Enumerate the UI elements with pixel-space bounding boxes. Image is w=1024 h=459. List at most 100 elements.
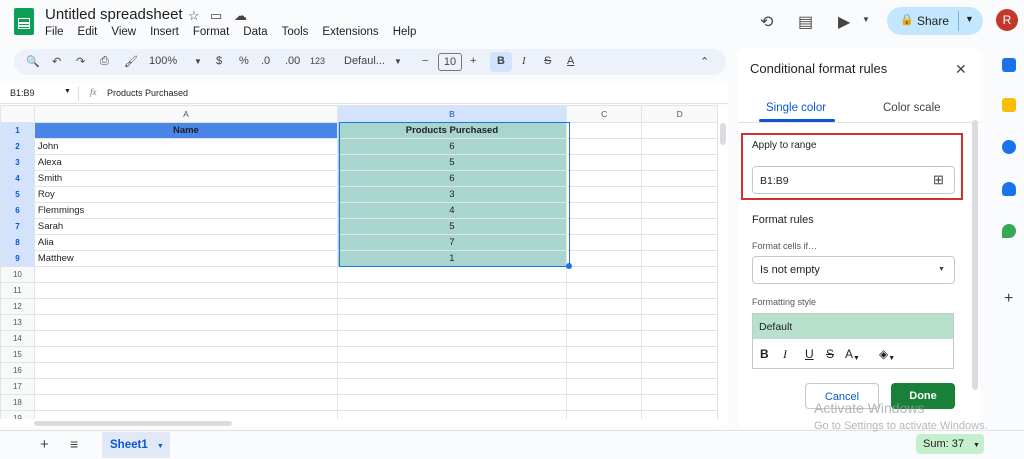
cell[interactable] <box>565 122 643 139</box>
cell[interactable] <box>33 378 338 395</box>
text-color-button[interactable]: A <box>567 55 574 67</box>
document-title[interactable]: Untitled spreadsheet <box>45 6 183 23</box>
cell[interactable] <box>33 266 338 283</box>
row-header[interactable]: 13 <box>0 314 35 331</box>
style-bold-button[interactable]: B <box>760 347 769 361</box>
row-header[interactable]: 5 <box>0 186 35 203</box>
row-header[interactable]: 3 <box>0 154 35 171</box>
strikethrough-button[interactable]: S <box>544 55 551 67</box>
cell[interactable] <box>641 298 718 315</box>
cell[interactable] <box>565 234 643 251</box>
row-header[interactable]: 8 <box>0 234 35 251</box>
cell[interactable] <box>641 234 718 251</box>
cell[interactable] <box>565 362 643 379</box>
cell-products[interactable]: 6 <box>336 170 567 187</box>
cell[interactable] <box>641 138 718 155</box>
style-underline-button[interactable]: U <box>805 347 814 361</box>
cell-products[interactable]: 5 <box>336 154 567 171</box>
cell[interactable] <box>33 394 338 411</box>
row-header[interactable]: 1 <box>0 122 35 139</box>
cell[interactable] <box>641 250 718 267</box>
cell[interactable] <box>336 314 567 331</box>
cell-name[interactable]: Sarah <box>33 218 338 235</box>
menu-tools[interactable]: Tools <box>282 26 309 38</box>
sheet-tab[interactable]: Sheet1 ▼ <box>102 432 170 458</box>
row-header[interactable]: 4 <box>0 170 35 187</box>
cell[interactable] <box>641 346 718 363</box>
add-sheet-icon[interactable]: + <box>40 436 49 453</box>
row-header[interactable]: 7 <box>0 218 35 235</box>
cell[interactable] <box>336 346 567 363</box>
move-folder-icon[interactable]: ▭ <box>210 8 222 24</box>
cell[interactable] <box>565 202 643 219</box>
range-input[interactable]: B1:B9 ⊞ <box>752 166 955 194</box>
cell[interactable] <box>565 298 643 315</box>
cell[interactable] <box>336 378 567 395</box>
cell[interactable] <box>641 282 718 299</box>
cell[interactable] <box>565 314 643 331</box>
cell[interactable] <box>641 170 718 187</box>
cell-products[interactable]: 5 <box>336 218 567 235</box>
menu-file[interactable]: File <box>45 26 64 38</box>
font-caret-icon[interactable]: ▼ <box>394 57 402 66</box>
row-header[interactable]: 12 <box>0 298 35 315</box>
avatar[interactable]: R <box>996 9 1018 31</box>
decrease-decimal-button[interactable]: .0 <box>261 55 270 67</box>
decrease-font-size-icon[interactable]: − <box>422 55 428 67</box>
cell[interactable] <box>565 218 643 235</box>
style-fill-color-icon[interactable]: ◈ ▼ <box>879 347 895 362</box>
increase-font-size-icon[interactable]: + <box>470 55 476 67</box>
cell[interactable] <box>336 282 567 299</box>
zoom-select[interactable]: 100% <box>149 55 177 67</box>
condition-select[interactable]: Is not empty ▼ <box>752 256 955 284</box>
collapse-toolbar-icon[interactable]: ⌃ <box>700 55 709 68</box>
menu-edit[interactable]: Edit <box>78 26 98 38</box>
cell-products[interactable]: 4 <box>336 202 567 219</box>
chevron-down-icon[interactable]: ▼ <box>938 266 945 273</box>
close-icon[interactable]: ✕ <box>955 61 967 78</box>
font-size-input[interactable]: 10 <box>438 53 462 71</box>
style-italic-button[interactable]: I <box>783 347 787 362</box>
increase-decimal-button[interactable]: .00 <box>285 55 300 67</box>
cell[interactable] <box>641 330 718 347</box>
tab-color-scale[interactable]: Color scale <box>883 102 941 114</box>
cell-products-header[interactable]: Products Purchased <box>336 122 567 139</box>
sheet-tab-caret-icon[interactable]: ▼ <box>157 443 164 450</box>
cell-products[interactable]: 1 <box>336 250 567 267</box>
cell[interactable] <box>565 394 643 411</box>
cell[interactable] <box>565 330 643 347</box>
currency-button[interactable]: $ <box>216 55 222 67</box>
cell[interactable] <box>641 202 718 219</box>
get-addons-icon[interactable]: + <box>1004 290 1013 308</box>
menu-data[interactable]: Data <box>243 26 267 38</box>
cell[interactable] <box>641 266 718 283</box>
cell-products[interactable]: 7 <box>336 234 567 251</box>
meet-icon[interactable]: ▶ <box>838 12 850 32</box>
cell[interactable] <box>33 314 338 331</box>
cell[interactable] <box>33 362 338 379</box>
cell[interactable] <box>641 362 718 379</box>
menu-insert[interactable]: Insert <box>150 26 179 38</box>
cell-name-header[interactable]: Name <box>33 122 338 139</box>
cell-name[interactable]: John <box>33 138 338 155</box>
version-history-icon[interactable]: ⟲ <box>760 12 773 32</box>
bold-button[interactable]: B <box>490 52 512 72</box>
cell[interactable] <box>336 266 567 283</box>
percent-button[interactable]: % <box>239 55 249 67</box>
sum-caret-icon[interactable]: ▼ <box>973 442 980 449</box>
paint-format-icon[interactable]: 🖌 <box>124 55 138 68</box>
cell-name[interactable]: Alexa <box>33 154 338 171</box>
star-icon[interactable]: ☆ <box>188 8 200 24</box>
menu-view[interactable]: View <box>111 26 136 38</box>
spreadsheet-grid[interactable]: A B C D 1 Name Products Purchased 2 John 6 3 Al… <box>0 105 718 425</box>
zoom-caret-icon[interactable]: ▼ <box>194 57 202 66</box>
row-header[interactable]: 17 <box>0 378 35 395</box>
cell[interactable] <box>565 250 643 267</box>
number-format-button[interactable]: 123 <box>310 56 325 66</box>
cell-name[interactable]: Roy <box>33 186 338 203</box>
redo-icon[interactable]: ↷ <box>76 55 85 68</box>
style-strikethrough-button[interactable]: S <box>826 347 834 361</box>
cell[interactable] <box>336 298 567 315</box>
panel-scrollbar[interactable] <box>972 120 978 390</box>
formula-input[interactable]: Products Purchased <box>107 88 188 98</box>
